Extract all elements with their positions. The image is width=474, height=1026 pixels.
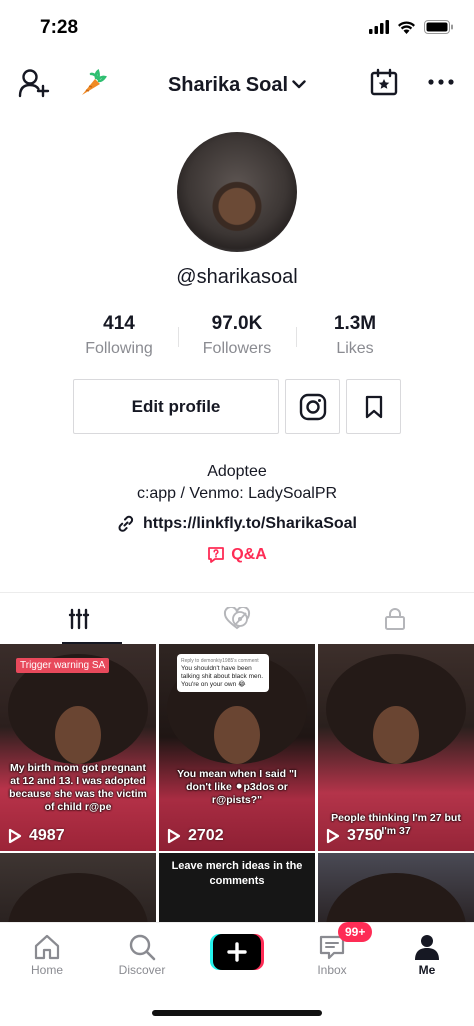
bio-link[interactable]: https://linkfly.to/SharikaSoal <box>0 515 474 533</box>
username: @sharikasoal <box>176 266 298 288</box>
nav-label: Discover <box>118 963 166 977</box>
video-caption: Leave merch ideas in the comments <box>171 860 303 887</box>
tab-videos[interactable] <box>0 593 158 644</box>
profile-bio: Adoptee c:app / Venmo: LadySoalPR <box>0 461 474 505</box>
video-caption: My birth mom got pregnant at 12 and 13. … <box>9 762 147 813</box>
favorites-button[interactable] <box>346 379 401 434</box>
stat-likes[interactable]: 1.3M Likes <box>296 313 414 358</box>
lock-icon <box>385 607 405 630</box>
view-count-value: 2702 <box>188 827 224 844</box>
create-button[interactable] <box>210 934 264 970</box>
video-thumbnail[interactable] <box>0 853 156 923</box>
bookmark-icon <box>365 395 382 418</box>
nav-label: Me <box>418 963 436 977</box>
inbox-badge: 99+ <box>338 922 373 942</box>
plus-icon <box>210 934 264 970</box>
profile-icon <box>415 935 439 960</box>
play-icon <box>326 828 340 844</box>
profile-actions: Edit profile <box>73 379 401 434</box>
more-options-icon[interactable] <box>428 79 454 85</box>
reply-comment-card: Reply to demonkiy1985's comment You shou… <box>177 654 269 692</box>
play-icon <box>167 828 181 844</box>
bio-line: Adoptee <box>207 463 267 480</box>
video-thumbnail[interactable]: Trigger warning SA My birth mom got preg… <box>0 644 156 851</box>
stat-following[interactable]: 414 Following <box>60 313 178 358</box>
qa-link[interactable]: Q&A <box>0 546 474 564</box>
wifi-icon <box>398 21 415 34</box>
home-icon <box>34 934 60 960</box>
trigger-warning-badge: Trigger warning SA <box>16 658 110 673</box>
profile-header: Sharika Soal <box>0 60 474 106</box>
stat-label: Following <box>85 340 153 357</box>
qa-label: Q&A <box>231 546 267 563</box>
signal-icon <box>369 20 389 34</box>
video-thumbnail[interactable]: People thinking I'm 27 but I'm 37 3750 <box>318 644 474 851</box>
status-time: 7:28 <box>40 17 79 38</box>
view-count-value: 3750 <box>347 827 383 844</box>
profile-avatar[interactable] <box>177 132 297 252</box>
nav-label: Home <box>30 963 63 977</box>
video-grid: Trigger warning SA My birth mom got preg… <box>0 644 474 923</box>
chevron-down-icon <box>292 72 306 95</box>
view-count: 4987 <box>8 827 65 845</box>
link-icon <box>118 515 134 532</box>
comment-meta: Reply to demonkiy1985's comment <box>181 658 259 664</box>
thumbnail-image <box>326 873 466 923</box>
home-indicator <box>152 1010 322 1016</box>
view-count: 3750 <box>326 827 383 845</box>
grid-icon <box>68 608 90 629</box>
video-thumbnail[interactable]: Leave merch ideas in the comments <box>159 853 315 923</box>
thumbnail-face <box>55 706 101 765</box>
play-icon <box>8 828 22 844</box>
liked-hidden-icon <box>223 606 251 629</box>
stat-value: 414 <box>103 313 135 334</box>
video-thumbnail[interactable] <box>318 853 474 923</box>
nav-me[interactable]: Me <box>387 931 467 977</box>
tab-liked[interactable] <box>158 593 316 644</box>
link-text: https://linkfly.to/SharikaSoal <box>143 515 357 532</box>
nav-home[interactable]: Home <box>7 931 87 977</box>
video-caption: You mean when I said "I don't like ⚫p3do… <box>177 768 297 806</box>
instagram-button[interactable] <box>285 379 340 434</box>
calendar-star-icon[interactable] <box>370 68 398 96</box>
stat-followers[interactable]: 97.0K Followers <box>178 313 296 358</box>
video-thumbnail[interactable]: Reply to demonkiy1985's comment You shou… <box>159 644 315 851</box>
status-icons <box>369 20 454 34</box>
stat-label: Followers <box>202 340 272 357</box>
thumbnail-image <box>8 873 148 923</box>
instagram-icon <box>299 393 326 420</box>
thumbnail-face <box>214 706 260 765</box>
bio-line: c:app / Venmo: LadySoalPR <box>136 485 338 502</box>
tab-private[interactable] <box>316 593 474 644</box>
nav-right <box>370 68 454 96</box>
stat-value: 97.0K <box>211 313 263 334</box>
nav-label: Inbox <box>317 963 347 977</box>
view-count: 2702 <box>167 827 224 845</box>
edit-profile-button[interactable]: Edit profile <box>73 379 279 434</box>
status-bar: 7:28 <box>0 0 474 56</box>
comment-text: You shouldn't have been talking shit abo… <box>181 665 264 688</box>
profile-display-name: Sharika Soal <box>167 74 289 96</box>
search-icon <box>129 934 156 961</box>
battery-icon <box>424 20 453 34</box>
view-count-value: 4987 <box>29 827 65 844</box>
content-tabs <box>0 592 474 644</box>
thumbnail-face <box>373 706 419 765</box>
stat-label: Likes <box>336 340 374 357</box>
qa-icon <box>208 547 225 563</box>
profile-stats: 414 Following 97.0K Followers 1.3M Likes <box>60 313 414 358</box>
nav-discover[interactable]: Discover <box>102 931 182 977</box>
stat-value: 1.3M <box>333 313 377 334</box>
